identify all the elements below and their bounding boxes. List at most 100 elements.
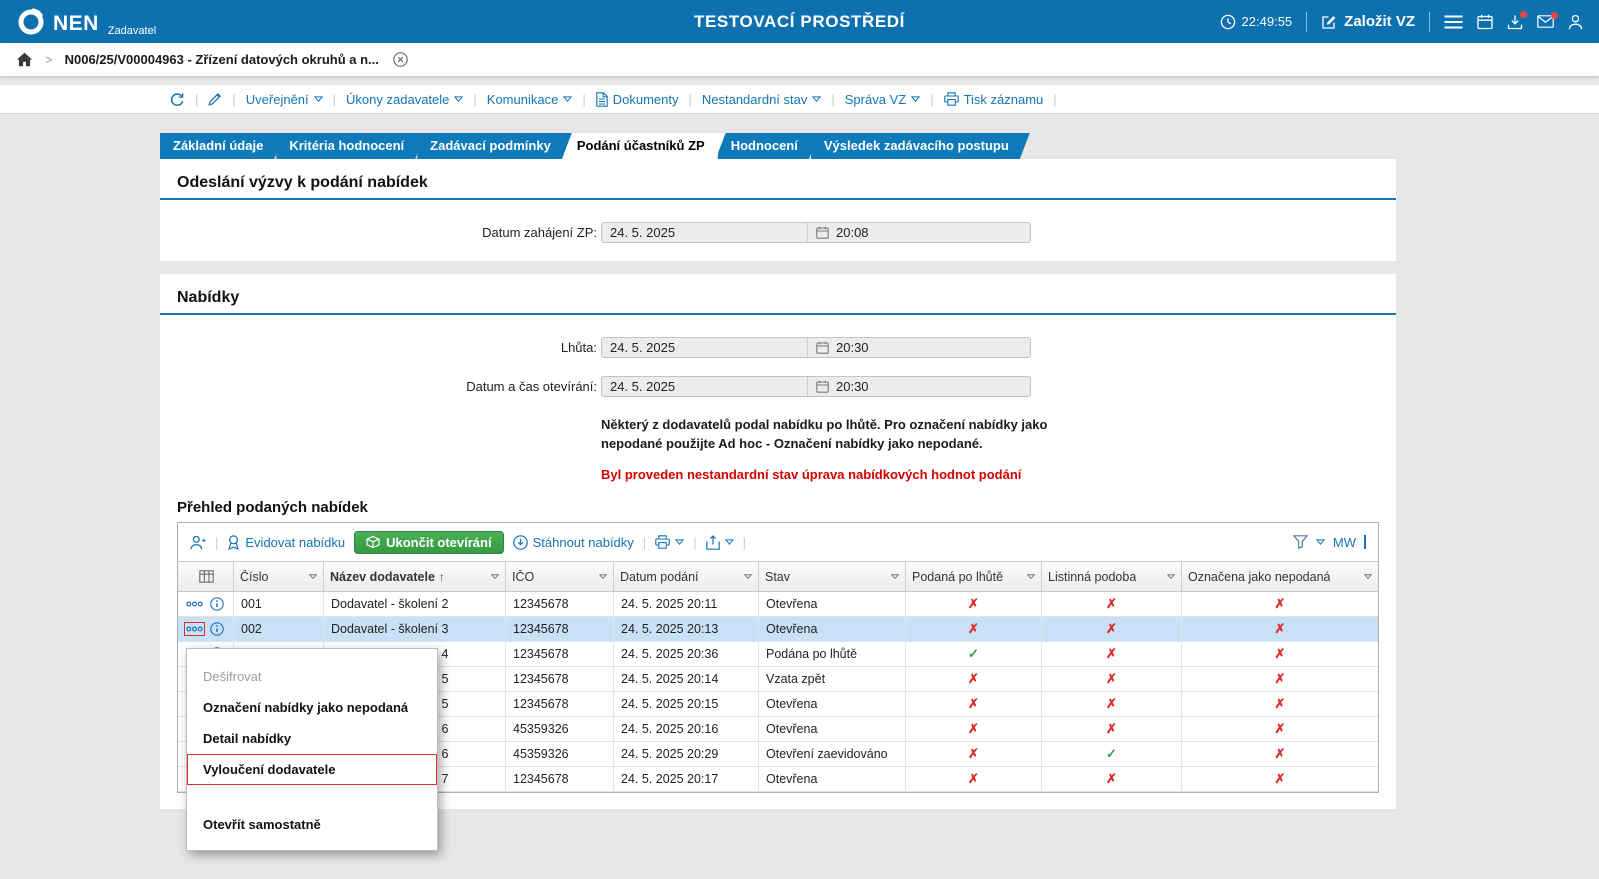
section-offers: Nabídky Lhůta: 24. 5. 2025 20:30 Datum a… <box>160 274 1396 809</box>
print-grid-button[interactable] <box>655 535 684 549</box>
section-rule <box>160 198 1396 200</box>
home-icon[interactable] <box>16 52 33 67</box>
col-header-datum-podani[interactable]: Datum podání <box>613 562 758 591</box>
row-actions-cell <box>178 617 233 641</box>
menu-item-otevrit-samostatne[interactable]: Otevřít samostatně <box>187 809 437 840</box>
chevron-right-icon: > <box>45 52 53 67</box>
calendar-icon[interactable] <box>816 341 829 354</box>
calendar-icon[interactable] <box>1477 14 1493 30</box>
user-icon[interactable] <box>1568 14 1583 30</box>
evidovat-nabidku-button[interactable]: Evidovat nabídku <box>227 535 345 550</box>
breadcrumb: > N006/25/V00004963 - Zřízení datových o… <box>0 43 1599 76</box>
toolbar-link-uverejneni[interactable]: Uveřejnění <box>246 92 323 107</box>
cell-po_lhute: ✗ <box>905 692 1041 716</box>
cell-cislo: 001 <box>233 592 323 616</box>
cell-po_lhute: ✓ <box>905 642 1041 666</box>
col-header-oznacena-jako-nepodana[interactable]: Označena jako nepodaná <box>1181 562 1378 591</box>
filter-icon[interactable] <box>491 574 499 579</box>
create-vz-button[interactable]: Založit VZ <box>1321 13 1415 30</box>
row-menu-trigger[interactable] <box>184 597 205 611</box>
offers-table-title: Přehled podaných nabídek <box>177 499 1396 516</box>
tab-vysledek-zadavaciho-postupu[interactable]: Výsledek zadávacího postupu <box>811 133 1030 159</box>
tab-zakladni-udaje[interactable]: Základní údaje <box>160 133 284 159</box>
col-header-listinna-podoba[interactable]: Listinná podoba <box>1041 562 1181 591</box>
column-chooser-button[interactable] <box>178 562 233 591</box>
filter-icon[interactable] <box>744 574 752 579</box>
cell-ico: 12345678 <box>505 767 613 791</box>
brand-name: NEN <box>53 11 99 37</box>
opening-datetime-field[interactable]: 24. 5. 2025 20:30 <box>601 376 1031 397</box>
header-actions: 22:49:55 Založit VZ <box>1220 12 1583 32</box>
calendar-icon[interactable] <box>816 380 829 393</box>
filter-icon[interactable] <box>599 574 607 579</box>
info-icon[interactable] <box>210 597 224 611</box>
notification-dot <box>1551 12 1558 19</box>
toolbar-link-komunikace[interactable]: Komunikace <box>487 92 573 107</box>
cell-nepodana: ✗ <box>1181 767 1378 791</box>
cell-nepodana: ✗ <box>1181 692 1378 716</box>
filter-icon[interactable] <box>1167 574 1175 579</box>
filter-icon[interactable] <box>891 574 899 579</box>
menu-icon[interactable] <box>1444 15 1463 29</box>
field-label: Datum zahájení ZP: <box>160 225 597 240</box>
cell-stav: Otevřena <box>758 717 905 741</box>
toolbar-link-tisk-zaznamu[interactable]: Tisk záznamu <box>944 92 1044 107</box>
cell-nazev: Dodavatel - školení 3 <box>323 617 505 641</box>
downloads-button[interactable] <box>1507 14 1523 30</box>
start-datetime-field[interactable]: 24. 5. 2025 20:08 <box>601 222 1031 243</box>
menu-item-oznaceni-nabidky-jako-nepodana[interactable]: Označení nabídky jako nepodaná <box>187 692 437 723</box>
cell-stav: Vzata zpět <box>758 667 905 691</box>
table-row[interactable]: 001Dodavatel - školení 21234567824. 5. 2… <box>178 592 1378 617</box>
close-icon[interactable] <box>393 52 408 67</box>
tab-hodnoceni[interactable]: Hodnocení <box>718 133 819 159</box>
filter-icon[interactable] <box>1364 574 1372 579</box>
cell-datum: 24. 5. 2025 20:14 <box>613 667 758 691</box>
calendar-icon[interactable] <box>816 226 829 239</box>
cell-datum: 24. 5. 2025 20:15 <box>613 692 758 716</box>
col-header-nazev-dodavatele[interactable]: Název dodavatele↑ <box>323 562 505 591</box>
grid-layout-dropdown[interactable] <box>1316 539 1325 545</box>
filter-icon[interactable] <box>1293 535 1308 549</box>
cell-po_lhute: ✗ <box>905 617 1041 641</box>
ukoncit-otevirani-button[interactable]: Ukončit otevírání <box>354 531 503 554</box>
info-icon[interactable] <box>210 622 224 636</box>
grid-view-label[interactable]: MW <box>1333 535 1356 550</box>
row-menu-trigger[interactable] <box>184 622 205 636</box>
deadline-datetime-field[interactable]: 24. 5. 2025 20:30 <box>601 337 1031 358</box>
menu-item-detail-nabidky[interactable]: Detail nabídky <box>187 723 437 754</box>
cell-nepodana: ✗ <box>1181 742 1378 766</box>
col-header-stav[interactable]: Stav <box>758 562 905 591</box>
export-button[interactable] <box>706 535 734 550</box>
toolbar-link-ukony-zadavatele[interactable]: Úkony zadavatele <box>346 92 463 107</box>
export-icon <box>706 535 720 550</box>
toolbar-link-sprava-vz[interactable]: Správa VZ <box>845 92 920 107</box>
stahnout-nabidky-button[interactable]: Stáhnout nabídky <box>513 535 634 550</box>
cell-po_lhute: ✗ <box>905 742 1041 766</box>
menu-item-vylouceni-dodavatele[interactable]: Vyloučení dodavatele <box>187 754 437 785</box>
filter-icon[interactable] <box>309 574 317 579</box>
supplier-icon[interactable] <box>190 535 206 550</box>
refresh-icon[interactable] <box>170 92 185 107</box>
nen-logo[interactable]: NEN Zadavatel <box>16 7 156 37</box>
tab-kriteria-hodnoceni[interactable]: Kritéria hodnocení <box>276 133 425 159</box>
tab-podani-ucastniku-zp[interactable]: Podání účastníků ZP <box>564 133 726 159</box>
messages-button[interactable] <box>1537 15 1554 28</box>
cell-ico: 12345678 <box>505 667 613 691</box>
cell-ico: 12345678 <box>505 642 613 666</box>
col-header-podana-po-lhute[interactable]: Podaná po lhůtě <box>905 562 1041 591</box>
record-toolbar: Uveřejnění|Úkony zadavatele|Komunikace|D… <box>246 92 1057 107</box>
menu-item-desifrovat[interactable]: Dešifrovat <box>187 661 437 692</box>
col-header-ico[interactable]: IČO <box>505 562 613 591</box>
breadcrumb-item[interactable]: N006/25/V00004963 - Zřízení datových okr… <box>65 52 379 67</box>
printer-icon <box>944 92 959 106</box>
filter-icon[interactable] <box>1027 574 1035 579</box>
toolbar-link-nestandardni-stav[interactable]: Nestandardní stav <box>702 92 822 107</box>
cell-po_lhute: ✗ <box>905 767 1041 791</box>
toolbar-link-dokumenty[interactable]: Dokumenty <box>596 92 679 107</box>
tab-zadavaci-podminky[interactable]: Zadávací podmínky <box>417 133 572 159</box>
col-header-cislo[interactable]: Číslo <box>233 562 323 591</box>
time-value: 20:08 <box>829 225 869 240</box>
edit-icon[interactable] <box>208 92 222 106</box>
cell-po_lhute: ✗ <box>905 667 1041 691</box>
table-row[interactable]: 002Dodavatel - školení 31234567824. 5. 2… <box>178 617 1378 642</box>
